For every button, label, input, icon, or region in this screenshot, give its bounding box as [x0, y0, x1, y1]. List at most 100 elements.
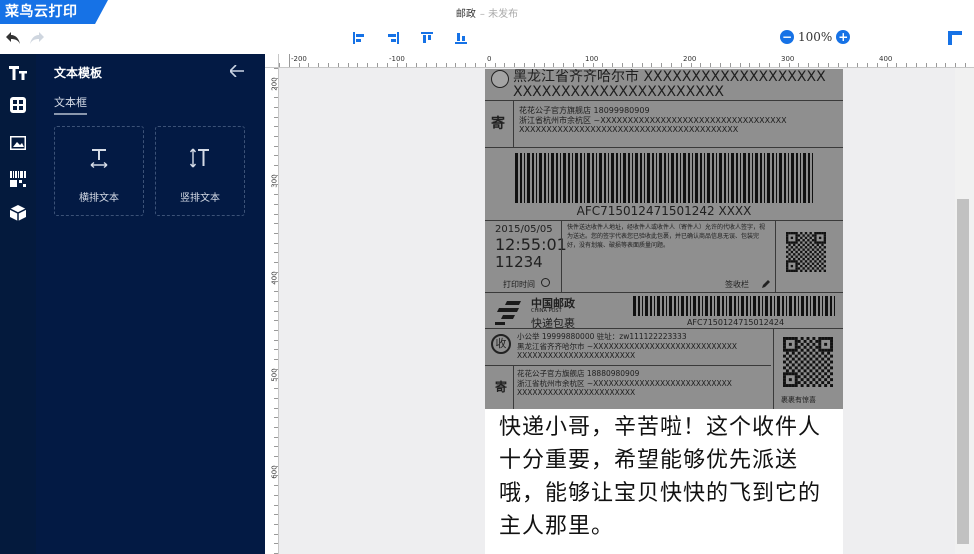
qr-module [790, 236, 794, 240]
qr-module [816, 248, 819, 251]
qr-module [797, 339, 801, 343]
pencil-icon [761, 279, 771, 292]
qr-module [788, 378, 792, 382]
barcode-bar [640, 153, 642, 203]
ruler-tick [710, 63, 712, 67]
ruler-tick [759, 63, 761, 67]
align-bottom-icon[interactable] [452, 29, 470, 47]
qr-module [818, 269, 822, 272]
barcode-bar [692, 153, 693, 203]
qr-module [821, 348, 825, 352]
barcode-bar [822, 296, 823, 316]
vertical-text-tool[interactable]: 竖排文本 [155, 126, 245, 216]
ruler-tick [274, 494, 278, 496]
qr-module [815, 351, 819, 355]
qr-module [812, 342, 816, 346]
ruler-tick [318, 63, 320, 67]
ruler-tick [274, 116, 278, 118]
vertical-text-icon [156, 147, 244, 174]
print-date: 2015/05/05 [495, 224, 553, 235]
qr-module [783, 384, 786, 387]
shipping-label[interactable]: 黑龙江省齐齐哈尔市 XXXXXXXXXXXXXXXXXXX XXXXXXXXXX… [485, 69, 843, 409]
qr-module [809, 250, 812, 254]
qr-module [803, 363, 807, 367]
ruler-tick [274, 184, 278, 186]
ruler-tick [729, 63, 731, 67]
barcode-tool-icon[interactable] [0, 164, 36, 194]
layout-tool-icon[interactable] [0, 90, 36, 120]
ruler-tick [965, 63, 966, 67]
qr-caption: 裹裹有惊喜 [781, 396, 816, 404]
qr-module [788, 243, 791, 247]
barcode-bar [580, 153, 582, 203]
qr-module [809, 241, 812, 244]
message-text-box[interactable]: 快递小哥，辛苦啦！这个收件人十分重要，希望能够优先派送哦，能够让宝贝快快的飞到它… [485, 409, 843, 554]
secondary-barcode-number: AFC7150124715012424 [686, 318, 785, 327]
back-arrow-icon[interactable] [228, 62, 244, 81]
qr-module [818, 246, 822, 249]
barcode-bar [536, 153, 537, 203]
qr-module [830, 337, 833, 340]
qr-module [814, 236, 817, 240]
qr-module [812, 384, 816, 387]
qr-module [811, 239, 815, 242]
barcode-bar [568, 153, 570, 203]
ruler-tick [896, 63, 898, 67]
qr-module [803, 375, 807, 379]
post-english: CHINA POST [531, 308, 562, 314]
vertical-scrollbar-thumb[interactable] [957, 199, 969, 544]
qr-module [786, 239, 789, 242]
qr-module [811, 253, 815, 256]
text-tool-icon[interactable] [0, 58, 36, 88]
tab-text-box[interactable]: 文本框 [54, 94, 87, 115]
qr-module [823, 232, 826, 235]
qr-module [821, 363, 825, 367]
barcode-bar [632, 153, 633, 203]
qr-module [803, 357, 807, 361]
align-left-icon[interactable] [350, 29, 368, 47]
barcode-bar [544, 153, 546, 203]
horizontal-text-tool[interactable]: 横排文本 [54, 126, 144, 216]
barcode-bar [719, 153, 722, 203]
qr-module [814, 239, 817, 242]
image-tool-icon[interactable] [0, 128, 36, 158]
qr-module [811, 262, 815, 265]
qr-module [807, 234, 810, 237]
undo-icon[interactable] [4, 29, 22, 47]
divider [775, 220, 776, 292]
qr-module [783, 339, 786, 343]
toolbar: − 100% + [0, 24, 974, 54]
align-top-icon[interactable] [418, 29, 436, 47]
zoom-out-button[interactable]: − [780, 30, 794, 44]
print-time-label: 打印时间 [503, 280, 535, 289]
ruler-tick [274, 407, 278, 409]
design-canvas[interactable]: 黑龙江省齐齐哈尔市 XXXXXXXXXXXXXXXXXXX XXXXXXXXXX… [265, 54, 974, 554]
ruler-tick [274, 252, 278, 254]
qr-module [823, 260, 826, 263]
ruler-tick [612, 63, 614, 67]
ruler-tick [690, 63, 692, 67]
qr-module [821, 257, 824, 261]
qr-module [806, 354, 810, 358]
box-tool-icon[interactable] [0, 198, 36, 228]
barcode-bar [779, 153, 782, 203]
qr-module [783, 345, 786, 349]
ruler-tick [274, 533, 278, 535]
ruler-tick [274, 145, 278, 147]
ruler-tick [274, 465, 278, 467]
qr-module [788, 232, 791, 235]
zoom-in-button[interactable]: + [836, 30, 851, 44]
barcode-bar [705, 296, 708, 316]
redo-icon[interactable] [28, 29, 46, 47]
ruler-tick [274, 475, 278, 477]
corner-layout-icon[interactable] [948, 30, 962, 45]
qr-module [797, 363, 801, 367]
qr-module [807, 243, 810, 247]
qr-module [797, 234, 801, 237]
qr-module [824, 366, 828, 370]
qr-module [806, 366, 810, 370]
align-right-icon[interactable] [384, 29, 402, 47]
ruler-tick [274, 300, 278, 302]
qr-module [830, 354, 833, 358]
barcode-bar [774, 296, 775, 316]
